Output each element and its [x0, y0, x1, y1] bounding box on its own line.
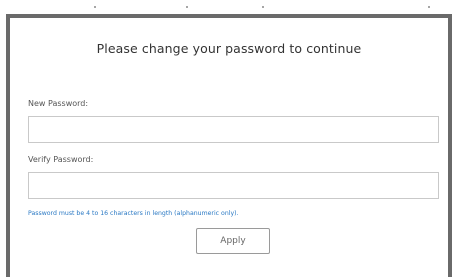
edge-tick: [186, 6, 188, 8]
apply-button[interactable]: Apply: [196, 228, 270, 254]
page: Please change your password to continue …: [0, 0, 454, 277]
password-requirements-hint: Password must be 4 to 16 characters in l…: [28, 210, 239, 217]
verify-password-label: Verify Password:: [28, 155, 94, 164]
verify-password-input[interactable]: [28, 172, 439, 199]
edge-tick: [262, 6, 264, 8]
edge-tick: [428, 6, 430, 8]
window-top-edge: [0, 0, 454, 10]
change-password-dialog: Please change your password to continue …: [6, 14, 452, 277]
new-password-label: New Password:: [28, 99, 89, 108]
new-password-input[interactable]: [28, 116, 439, 143]
dialog-title: Please change your password to continue: [96, 41, 362, 56]
edge-tick: [94, 6, 96, 8]
